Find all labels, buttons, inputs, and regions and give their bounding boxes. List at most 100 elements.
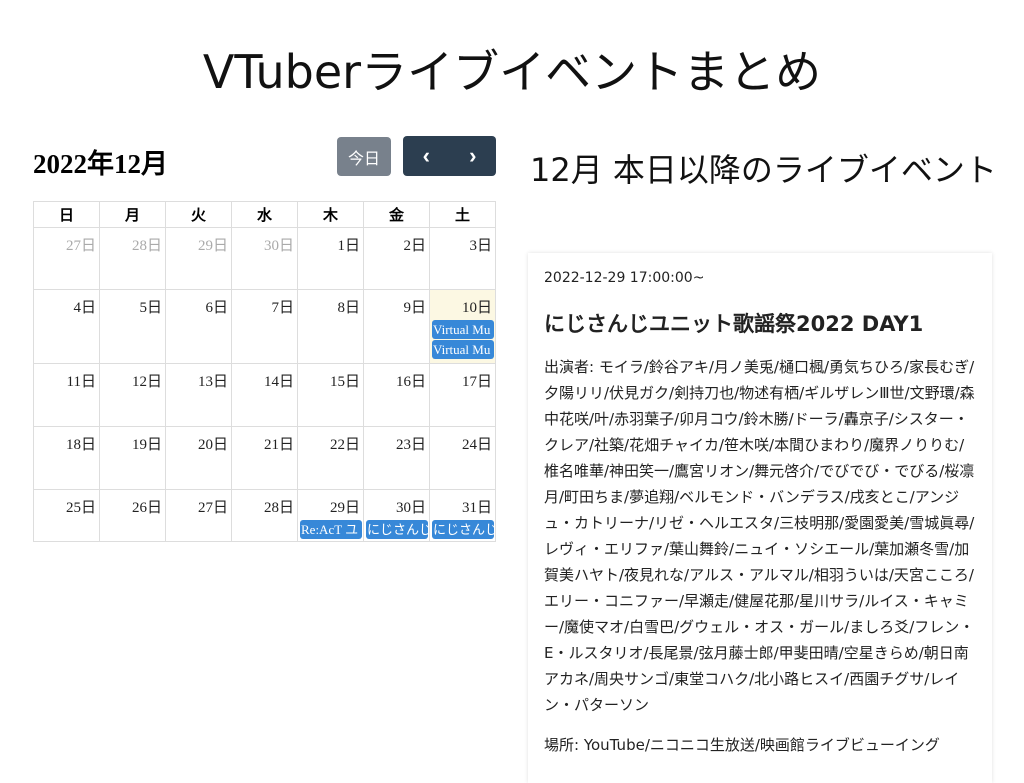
calendar-event[interactable]: Virtual Mu bbox=[432, 320, 494, 339]
weekday-header: 日 bbox=[33, 201, 100, 228]
day-number: 30日 bbox=[395, 500, 426, 516]
day-number: 30日 bbox=[263, 238, 294, 254]
calendar-day[interactable]: 15日 bbox=[297, 363, 364, 427]
calendar-month-title: 2022年12月 bbox=[33, 149, 168, 179]
calendar-day[interactable]: 24日 bbox=[429, 426, 496, 490]
day-number: 14日 bbox=[263, 374, 294, 390]
calendar-day[interactable]: 27日 bbox=[33, 227, 100, 290]
day-number: 29日 bbox=[197, 238, 228, 254]
day-number: 16日 bbox=[395, 374, 426, 390]
day-number: 29日 bbox=[329, 500, 360, 516]
day-number: 15日 bbox=[329, 374, 360, 390]
calendar-week: 11日 12日 13日 14日 15日 16日 17日 bbox=[33, 363, 496, 427]
day-number: 7日 bbox=[271, 300, 294, 316]
day-number: 27日 bbox=[197, 500, 228, 516]
calendar-week: 27日 28日 29日 30日 1日 2日 3日 bbox=[33, 227, 496, 290]
weekday-header: 水 bbox=[231, 201, 298, 228]
calendar-day[interactable]: 12日 bbox=[99, 363, 166, 427]
day-number: 10日 bbox=[461, 300, 492, 316]
day-number: 17日 bbox=[461, 374, 492, 390]
calendar-day[interactable]: 7日 bbox=[231, 289, 298, 364]
day-number: 9日 bbox=[403, 300, 426, 316]
calendar-day[interactable]: 30日にじさんじ bbox=[363, 489, 430, 542]
event-title[interactable]: にじさんじユニット歌謡祭2022 DAY1 bbox=[544, 308, 976, 338]
day-number: 27日 bbox=[65, 238, 96, 254]
day-number: 25日 bbox=[65, 500, 96, 516]
weekday-header: 木 bbox=[297, 201, 364, 228]
day-number: 8日 bbox=[337, 300, 360, 316]
day-number: 28日 bbox=[131, 238, 162, 254]
calendar-week: 18日 19日 20日 21日 22日 23日 24日 bbox=[33, 426, 496, 490]
prev-month-button[interactable]: ‹ bbox=[403, 136, 450, 176]
event-datetime: 2022-12-29 17:00:00~ bbox=[544, 270, 705, 286]
calendar-day[interactable]: 18日 bbox=[33, 426, 100, 490]
calendar-day[interactable]: 21日 bbox=[231, 426, 298, 490]
day-number: 11日 bbox=[66, 374, 96, 390]
day-number: 28日 bbox=[263, 500, 294, 516]
calendar-day[interactable]: 14日 bbox=[231, 363, 298, 427]
day-number: 26日 bbox=[131, 500, 162, 516]
today-button[interactable]: 今日 bbox=[337, 137, 391, 176]
day-number: 22日 bbox=[329, 437, 360, 453]
calendar-day[interactable]: 22日 bbox=[297, 426, 364, 490]
calendar-day[interactable]: 29日 Re:AcT ユ bbox=[297, 489, 364, 542]
calendar-day[interactable]: 20日 bbox=[165, 426, 232, 490]
weekday-header: 金 bbox=[363, 201, 430, 228]
calendar-day[interactable]: 29日 bbox=[165, 227, 232, 290]
calendar-day[interactable]: 27日 bbox=[165, 489, 232, 542]
weekday-header: 月 bbox=[99, 201, 166, 228]
calendar-day[interactable]: 11日 bbox=[33, 363, 100, 427]
day-number: 31日 bbox=[461, 500, 492, 516]
calendar-day[interactable]: 17日 bbox=[429, 363, 496, 427]
event-card: 2022-12-29 17:00:00~ にじさんじユニット歌謡祭2022 DA… bbox=[528, 253, 992, 783]
calendar-day[interactable]: 30日 bbox=[231, 227, 298, 290]
calendar-day[interactable]: 19日 bbox=[99, 426, 166, 490]
calendar-event[interactable]: Virtual Mu bbox=[432, 340, 494, 359]
calendar-day[interactable]: 23日 bbox=[363, 426, 430, 490]
calendar-day[interactable]: 5日 bbox=[99, 289, 166, 364]
event-venue: 場所: YouTube/ニコニコ生放送/映画館ライブビューイング bbox=[544, 736, 940, 754]
day-number: 12日 bbox=[131, 374, 162, 390]
calendar-day[interactable]: 9日 bbox=[363, 289, 430, 364]
day-number: 2日 bbox=[403, 238, 426, 254]
day-number: 3日 bbox=[469, 238, 492, 254]
calendar-day[interactable]: 4日 bbox=[33, 289, 100, 364]
page-title: VTuberライブイベントまとめ bbox=[202, 45, 822, 99]
day-number: 20日 bbox=[197, 437, 228, 453]
chevron-right-icon: › bbox=[469, 143, 477, 168]
event-performers: 出演者: モイラ/鈴谷アキ/月ノ美兎/樋口楓/勇気ちひろ/家長むぎ/夕陽リリ/伏… bbox=[544, 358, 975, 714]
next-month-button[interactable]: › bbox=[450, 136, 497, 176]
day-number: 5日 bbox=[139, 300, 162, 316]
calendar-day[interactable]: 28日 bbox=[231, 489, 298, 542]
chevron-left-icon: ‹ bbox=[422, 143, 430, 168]
day-number: 21日 bbox=[263, 437, 294, 453]
calendar-day[interactable]: 28日 bbox=[99, 227, 166, 290]
calendar-day[interactable]: 31日にじさんじ bbox=[429, 489, 496, 542]
day-number: 19日 bbox=[131, 437, 162, 453]
day-number: 1日 bbox=[337, 238, 360, 254]
day-number: 24日 bbox=[461, 437, 492, 453]
calendar-event[interactable]: Re:AcT ユ bbox=[300, 520, 362, 539]
calendar-day[interactable]: 10日 Virtual Mu Virtual Mu bbox=[429, 289, 496, 364]
calendar-grid: 日月火水木金土 27日 28日 29日 30日 1日 2日 3日 4日 5日 6日 7日 8日 9日 10… bbox=[33, 201, 496, 542]
weekday-header: 土 bbox=[429, 201, 496, 228]
upcoming-heading: 12月 本日以降のライブイベント bbox=[530, 151, 997, 189]
calendar-day[interactable]: 2日 bbox=[363, 227, 430, 290]
day-number: 6日 bbox=[205, 300, 228, 316]
calendar-day[interactable]: 1日 bbox=[297, 227, 364, 290]
calendar-day[interactable]: 26日 bbox=[99, 489, 166, 542]
day-number: 4日 bbox=[73, 300, 96, 316]
calendar-day[interactable]: 16日 bbox=[363, 363, 430, 427]
calendar-day[interactable]: 8日 bbox=[297, 289, 364, 364]
calendar-week: 4日 5日 6日 7日 8日 9日 10日 Virtual Mu Virtual Mu bbox=[33, 289, 496, 364]
day-number: 13日 bbox=[197, 374, 228, 390]
day-number: 23日 bbox=[395, 437, 426, 453]
calendar-event[interactable]: にじさんじ bbox=[366, 520, 428, 539]
calendar-week: 25日 26日 27日 28日 29日 Re:AcT ユ 30日 にじさんじ 31日 にじさんじ bbox=[33, 489, 496, 542]
day-number: 18日 bbox=[65, 437, 96, 453]
calendar-day[interactable]: 25日 bbox=[33, 489, 100, 542]
calendar-day[interactable]: 3日 bbox=[429, 227, 496, 290]
calendar-day[interactable]: 13日 bbox=[165, 363, 232, 427]
calendar-event[interactable]: にじさんじ bbox=[432, 520, 494, 539]
calendar-day[interactable]: 6日 bbox=[165, 289, 232, 364]
